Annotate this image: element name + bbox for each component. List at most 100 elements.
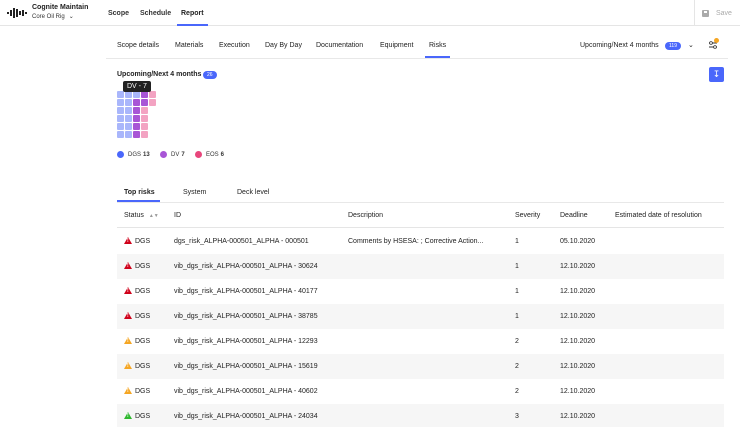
waffle-cell-dv[interactable] <box>141 99 148 106</box>
site-selector[interactable]: Core Oil Rig ⌄ <box>32 13 74 20</box>
waffle-cell-dgs[interactable] <box>117 107 124 114</box>
status-cell: DGS <box>135 338 151 345</box>
waffle-cell-eos[interactable] <box>141 123 148 130</box>
table-row[interactable]: DGS vib_dgs_risk_ALPHA-000501_ALPHA - 401… <box>117 279 724 304</box>
status-cell: DGS <box>135 388 151 395</box>
tab-day-by-day[interactable]: Day By Day <box>265 42 302 49</box>
table-row[interactable]: DGS vib_dgs_risk_ALPHA-000501_ALPHA - 406… <box>117 379 724 404</box>
sort-icon[interactable]: ▲▼ <box>149 213 159 219</box>
status-cell: DGS <box>135 313 151 320</box>
filter-indicator-dot <box>714 38 719 43</box>
status-cell: DGS <box>135 288 151 295</box>
severity-cell: 3 <box>515 413 519 420</box>
chevron-down-icon: ⌄ <box>68 14 74 20</box>
severity-cell: 2 <box>515 363 519 370</box>
column-description: Description <box>348 212 384 219</box>
save-icon <box>702 9 709 17</box>
table-row[interactable]: DGS dgs_risk_ALPHA-000501_ALPHA - 000501 C… <box>117 229 724 254</box>
waffle-cell-dv[interactable] <box>141 91 148 98</box>
column-resolution-date: Estimated date of resolution <box>615 212 702 219</box>
waffle-cell-eos[interactable] <box>141 131 148 138</box>
warning-triangle-icon <box>124 262 132 269</box>
legend-item-eos: EOS 6 <box>195 151 224 158</box>
save-button[interactable]: Save <box>694 0 740 26</box>
table-row[interactable]: DGS vib_dgs_risk_ALPHA-000501_ALPHA - 122… <box>117 329 724 354</box>
deadline-cell: 12.10.2020 <box>560 338 596 345</box>
status-cell: DGS <box>135 363 151 370</box>
waffle-cell-dgs[interactable] <box>117 91 124 98</box>
tab-scope-details[interactable]: Scope details <box>117 42 159 49</box>
chevron-down-icon[interactable]: ⌄ <box>688 41 694 49</box>
waffle-cell-eos[interactable] <box>141 107 148 114</box>
cognite-logo-icon <box>7 8 27 18</box>
waffle-cell-dgs[interactable] <box>125 99 132 106</box>
column-deadline: Deadline <box>560 212 588 219</box>
waffle-cell-dv[interactable] <box>133 131 140 138</box>
severity-cell: 2 <box>515 338 519 345</box>
legend-dot <box>160 151 167 158</box>
tab-materials[interactable]: Materials <box>175 42 203 49</box>
tab-active-indicator <box>425 56 450 58</box>
tab-system[interactable]: System <box>183 189 206 196</box>
deadline-cell: 12.10.2020 <box>560 313 596 320</box>
download-button[interactable]: ↧ <box>709 67 724 82</box>
table-row[interactable]: DGS vib_dgs_risk_ALPHA-000501_ALPHA - 240… <box>117 404 724 427</box>
tab-documentation[interactable]: Documentation <box>316 42 363 49</box>
column-severity: Severity <box>515 212 541 219</box>
waffle-cell-eos[interactable] <box>141 115 148 122</box>
period-selector[interactable]: Upcoming/Next 4 months <box>580 42 659 49</box>
table-row[interactable]: DGS vib_dgs_risk_ALPHA-000501_ALPHA - 387… <box>117 304 724 329</box>
warning-triangle-icon <box>124 387 132 394</box>
legend-item-dgs: DGS 13 <box>117 151 150 158</box>
waffle-cell-dv[interactable] <box>133 107 140 114</box>
waffle-cell-eos[interactable] <box>149 99 156 106</box>
waffle-cell-dgs[interactable] <box>117 131 124 138</box>
waffle-cell-dgs[interactable] <box>125 115 132 122</box>
warning-triangle-icon <box>124 287 132 294</box>
period-count-badge: 119 <box>665 42 681 50</box>
table-row[interactable]: DGS vib_dgs_risk_ALPHA-000501_ALPHA - 156… <box>117 354 724 379</box>
nav-scope[interactable]: Scope <box>108 0 129 26</box>
table-header: Status ▲▼ ID Description Severity Deadlin… <box>117 203 724 228</box>
waffle-cell-dgs[interactable] <box>125 123 132 130</box>
waffle-cell-dgs[interactable] <box>125 107 132 114</box>
tab-execution[interactable]: Execution <box>219 42 250 49</box>
id-cell: vib_dgs_risk_ALPHA-000501_ALPHA - 30624 <box>174 263 318 270</box>
id-cell: dgs_risk_ALPHA-000501_ALPHA - 000501 <box>174 238 309 245</box>
waffle-cell-dgs[interactable] <box>117 123 124 130</box>
waffle-cell-dgs[interactable] <box>125 131 132 138</box>
section-count-badge: 26 <box>203 71 217 79</box>
tab-risks[interactable]: Risks <box>429 42 446 49</box>
waffle-cell-dgs[interactable] <box>117 99 124 106</box>
waffle-cell-dgs[interactable] <box>117 115 124 122</box>
status-cell: DGS <box>135 238 151 245</box>
waffle-cell-dv[interactable] <box>133 99 140 106</box>
waffle-cell-eos[interactable] <box>149 91 156 98</box>
waffle-cell-dv[interactable] <box>133 123 140 130</box>
legend-item-dv: DV 7 <box>160 151 185 158</box>
deadline-cell: 12.10.2020 <box>560 363 596 370</box>
waffle-cell-dgs[interactable] <box>133 91 140 98</box>
tab-top-risks[interactable]: Top risks <box>124 189 155 196</box>
legend-dot <box>195 151 202 158</box>
tab-equipment[interactable]: Equipment <box>380 42 413 49</box>
nav-schedule[interactable]: Schedule <box>140 0 171 26</box>
warning-triangle-icon <box>124 237 132 244</box>
legend-dot <box>117 151 124 158</box>
deadline-cell: 12.10.2020 <box>560 263 596 270</box>
deadline-cell: 05.10.2020 <box>560 238 596 245</box>
status-cell: DGS <box>135 413 151 420</box>
tab-deck-level[interactable]: Deck level <box>237 189 269 196</box>
download-icon: ↧ <box>712 69 721 79</box>
table-row[interactable]: DGS vib_dgs_risk_ALPHA-000501_ALPHA - 306… <box>117 254 724 279</box>
risk-tab-active-indicator <box>117 200 160 202</box>
site-name: Core Oil Rig <box>32 14 65 20</box>
warning-triangle-icon <box>124 362 132 369</box>
tabs-divider <box>106 58 728 59</box>
column-status[interactable]: Status ▲▼ <box>124 212 159 219</box>
waffle-cell-dgs[interactable] <box>125 91 132 98</box>
nav-report[interactable]: Report <box>181 0 204 26</box>
warning-triangle-icon <box>124 312 132 319</box>
waffle-cell-dv[interactable] <box>133 115 140 122</box>
warning-triangle-icon <box>124 337 132 344</box>
